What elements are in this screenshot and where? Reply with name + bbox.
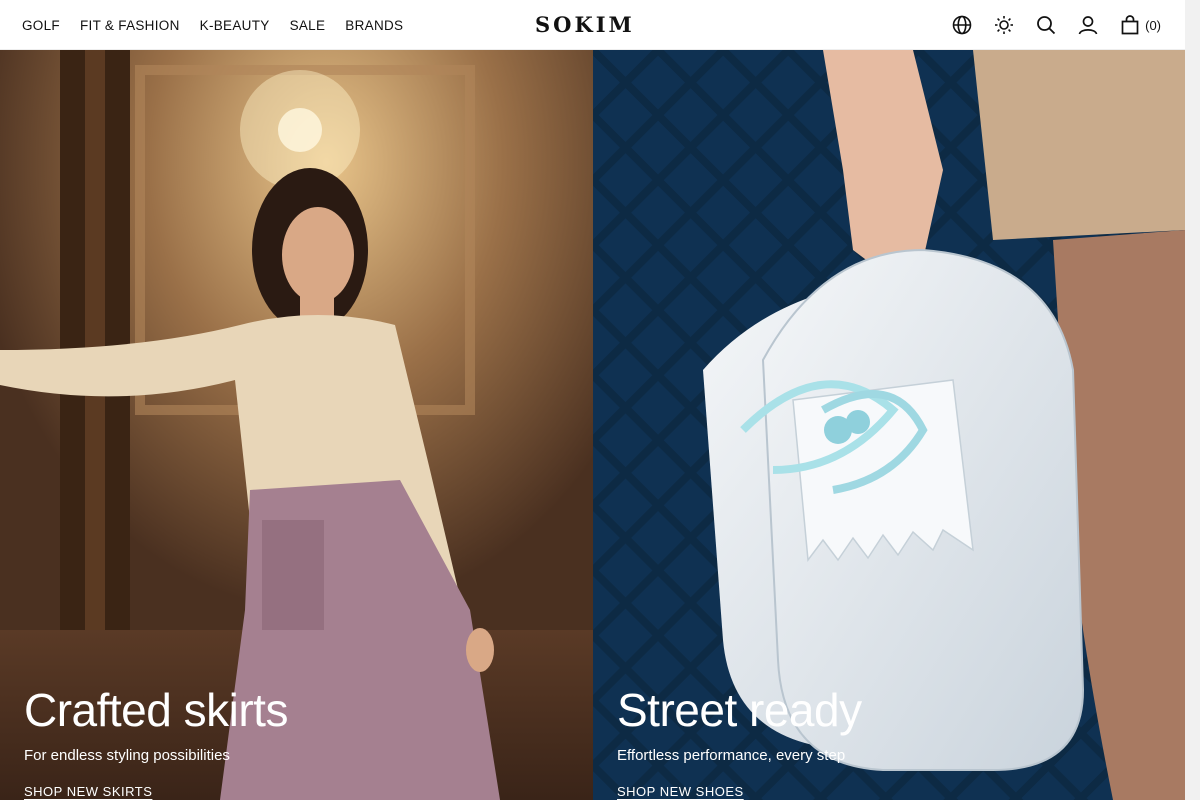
hero-title-shoes: Street ready <box>617 684 862 736</box>
hero-panel-shoes[interactable]: Street ready Effortless performance, eve… <box>593 50 1185 800</box>
main-nav: GOLF FIT & FASHION K-BEAUTY SALE BRANDS <box>22 0 403 50</box>
search-icon[interactable] <box>1035 14 1057 36</box>
hero-text-skirts: Crafted skirts For endless styling possi… <box>24 687 288 800</box>
nav-link-golf[interactable]: GOLF <box>22 18 60 33</box>
header-actions: (0) <box>951 0 1161 50</box>
hero-title-skirts: Crafted skirts <box>24 684 288 736</box>
hero-text-shoes: Street ready Effortless performance, eve… <box>617 687 862 800</box>
hero-panel-skirts[interactable]: Crafted skirts For endless styling possi… <box>0 50 593 800</box>
page-scrollbar[interactable] <box>1185 0 1200 800</box>
nav-link-fit-fashion[interactable]: FIT & FASHION <box>80 18 180 33</box>
site-logo[interactable]: SOKIM <box>535 12 635 38</box>
sun-icon[interactable] <box>993 14 1015 36</box>
nav-link-sale[interactable]: SALE <box>290 18 326 33</box>
hero-subtitle-skirts: For endless styling possibilities <box>24 747 230 764</box>
shop-new-skirts-link[interactable]: SHOP NEW SKIRTS <box>24 784 288 800</box>
cart-button[interactable]: (0) <box>1119 14 1161 36</box>
globe-icon[interactable] <box>951 14 973 36</box>
nav-link-k-beauty[interactable]: K-BEAUTY <box>200 18 270 33</box>
bag-icon <box>1119 14 1141 36</box>
hero-subtitle-shoes: Effortless performance, every step <box>617 747 846 764</box>
user-icon[interactable] <box>1077 14 1099 36</box>
site-header: GOLF FIT & FASHION K-BEAUTY SALE BRANDS … <box>0 0 1185 50</box>
cart-count: (0) <box>1145 17 1161 33</box>
nav-link-brands[interactable]: BRANDS <box>345 18 403 33</box>
shop-new-shoes-link[interactable]: SHOP NEW SHOES <box>617 784 862 800</box>
